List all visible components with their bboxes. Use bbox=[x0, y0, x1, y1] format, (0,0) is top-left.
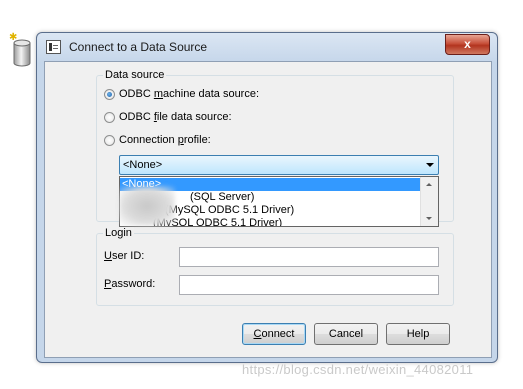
data-source-group-label: Data source bbox=[103, 69, 167, 81]
watermark-text: https://blog.csdn.net/weixin_44082011 bbox=[242, 362, 474, 377]
login-group-label: Login bbox=[103, 227, 134, 239]
connect-button[interactable]: Connect bbox=[242, 323, 306, 345]
window-title: Connect to a Data Source bbox=[69, 40, 208, 54]
close-button[interactable]: x bbox=[445, 34, 490, 55]
redacted-blur bbox=[119, 186, 175, 226]
user-id-field[interactable] bbox=[179, 247, 439, 267]
dropdown-scrollbar[interactable] bbox=[420, 177, 438, 226]
chevron-down-icon[interactable] bbox=[426, 163, 434, 167]
connection-profile-radio[interactable]: Connection profile: bbox=[104, 133, 211, 147]
profile-combobox-value: <None> bbox=[123, 159, 163, 171]
radio-button-checked[interactable] bbox=[104, 88, 115, 100]
database-cylinder-icon bbox=[13, 39, 31, 67]
scroll-down-icon[interactable] bbox=[426, 217, 432, 220]
password-label: Password: bbox=[104, 278, 156, 290]
title-bar[interactable]: Connect to a Data Source x bbox=[37, 33, 497, 61]
help-button[interactable]: Help bbox=[386, 323, 450, 345]
login-group bbox=[96, 233, 454, 306]
radio-button[interactable] bbox=[104, 134, 115, 146]
odbc-machine-label: ODBC machine data source: bbox=[119, 88, 260, 100]
user-id-label: User ID: bbox=[104, 250, 145, 262]
password-field[interactable] bbox=[179, 275, 439, 295]
dialog-window-icon bbox=[46, 40, 61, 54]
cancel-button[interactable]: Cancel bbox=[314, 323, 378, 345]
profile-combobox[interactable]: <None> bbox=[119, 155, 439, 175]
scroll-up-icon[interactable] bbox=[426, 183, 432, 186]
connection-profile-label: Connection profile: bbox=[119, 134, 211, 146]
close-icon: x bbox=[464, 37, 471, 51]
odbc-file-radio[interactable]: ODBC file data source: bbox=[104, 110, 232, 124]
odbc-machine-radio[interactable]: ODBC machine data source: bbox=[104, 87, 259, 101]
odbc-file-label: ODBC file data source: bbox=[119, 111, 232, 123]
radio-button[interactable] bbox=[104, 111, 115, 123]
